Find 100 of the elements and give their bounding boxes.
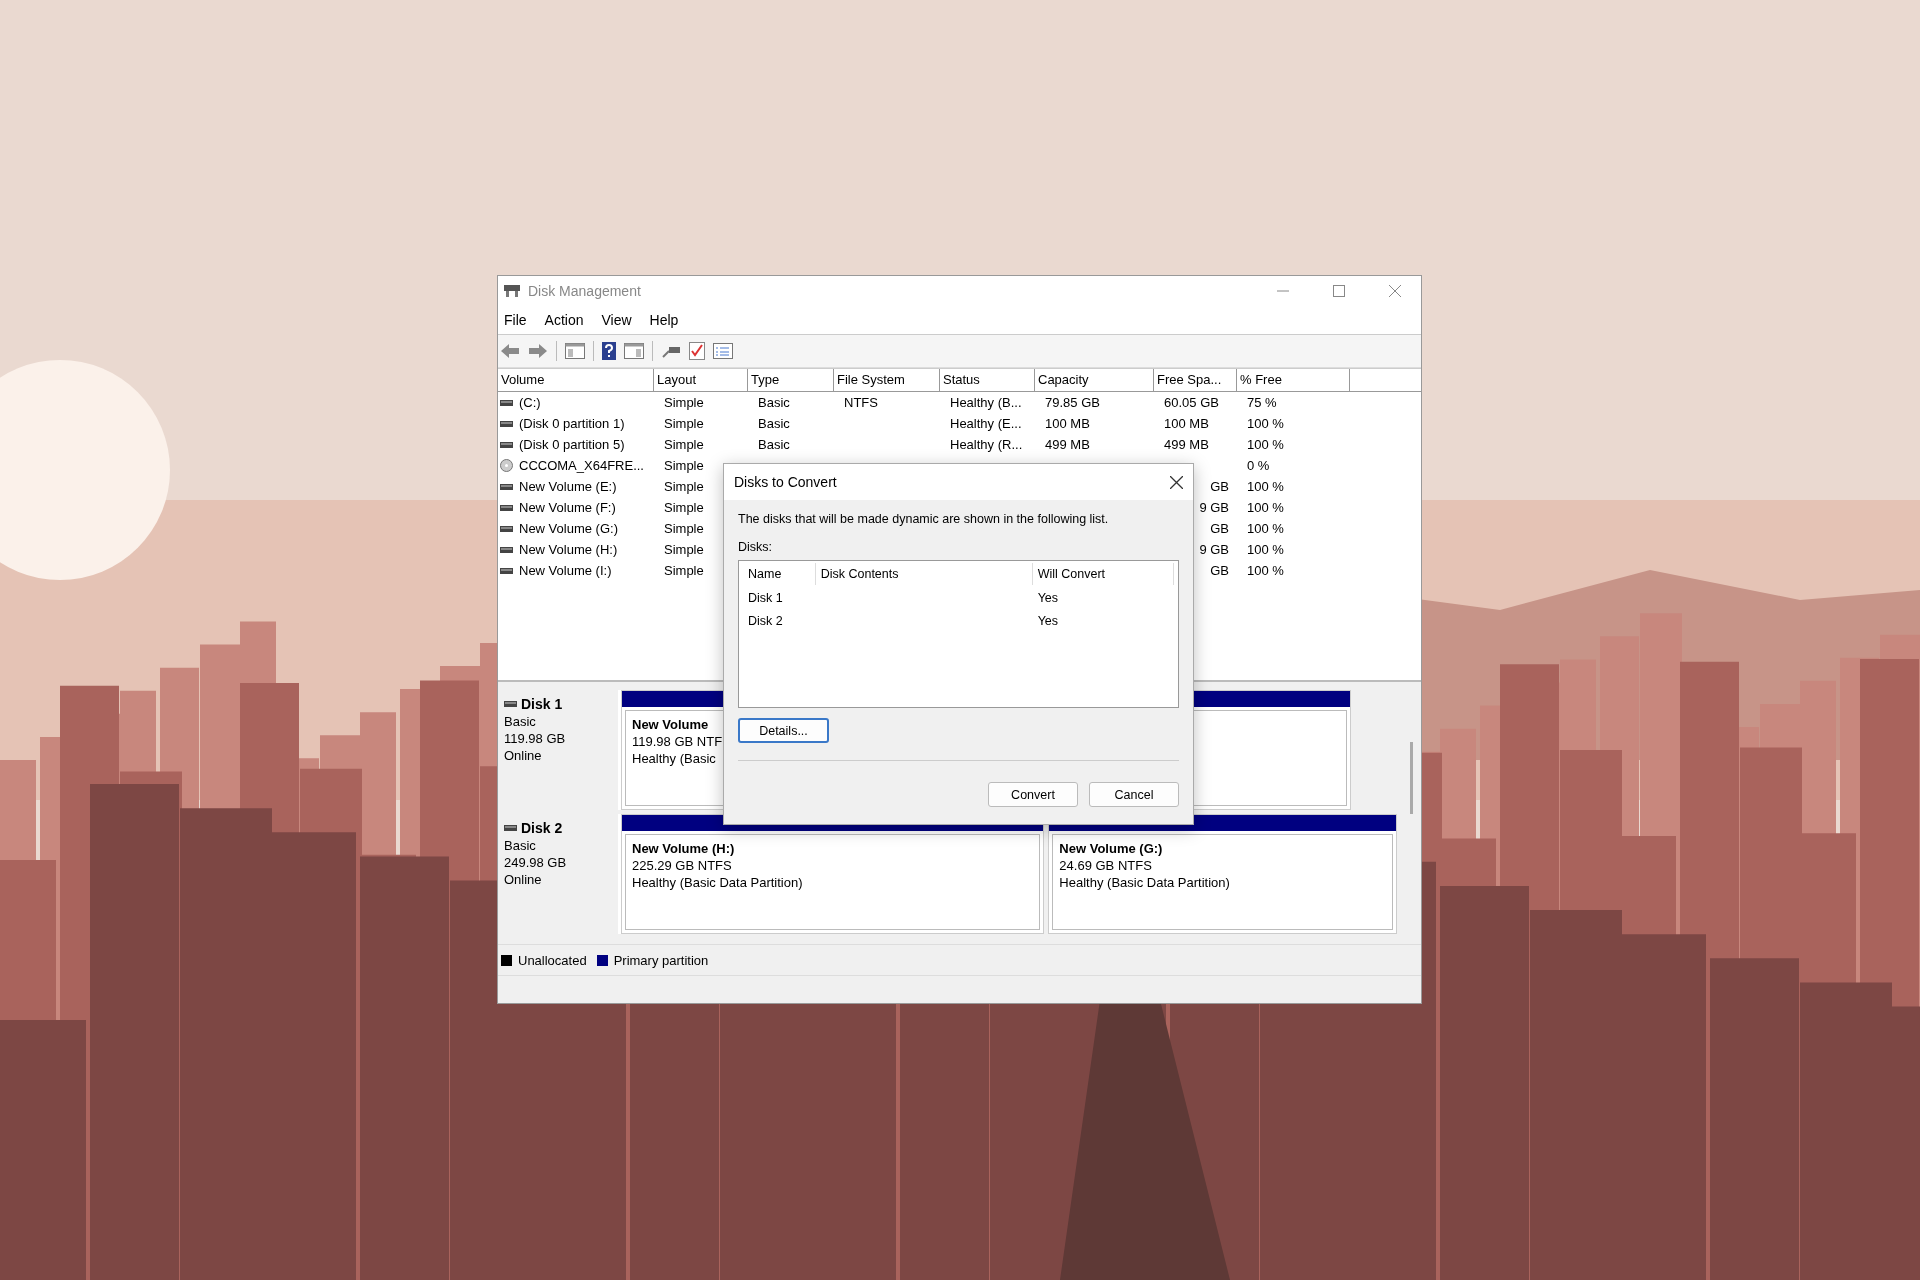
drive-icon [500,546,513,553]
help-icon[interactable] [602,342,616,360]
panel-icon[interactable] [624,343,644,359]
drive-icon [504,825,517,831]
table-cell: New Volume (H:) [519,542,618,557]
table-cell: 0 % [1247,458,1270,473]
partition-size: 225.29 GB NTFS [632,858,732,873]
list-label: Disks: [738,540,774,554]
partition-status: Healthy (Basic [632,751,716,766]
menu-item[interactable]: Help [649,312,679,328]
disk-name: Disk 2 [521,820,563,836]
table-cell: 100 % [1247,542,1284,557]
dialog-button[interactable]: Convert [988,782,1078,807]
column-header[interactable]: Type [748,369,834,391]
table-cell: 499 MB [1164,437,1209,452]
drive-icon [500,441,513,448]
table-cell: New Volume (I:) [519,563,612,578]
table-cell: 60.05 GB [1164,395,1219,410]
partition-status: Healthy (Basic Data Partition) [1059,875,1230,890]
partition-block[interactable]: New Volume (G:) 24.69 GB NTFS Healthy (Basic Data Partition) [1048,814,1397,934]
column-header[interactable]: File System [834,369,940,391]
column-header[interactable]: Name [743,563,816,585]
table-cell: Basic [758,395,790,410]
table-cell: New Volume (G:) [519,521,618,536]
menu-item[interactable]: File [504,312,527,328]
table-cell: 100 % [1247,563,1284,578]
details-button[interactable]: Details... [738,718,829,743]
table-cell: (Disk 0 partition 5) [519,437,625,452]
disk-size: 119.98 GB [504,731,567,746]
dialog-button[interactable]: Cancel [1089,782,1179,807]
table-cell: Simple [664,563,704,578]
column-header[interactable]: Layout [654,369,748,391]
drive-icon [500,399,513,406]
partition-name: New Volume (G:) [1059,841,1163,856]
disk-size: 249.98 GB [504,855,568,870]
table-cell: Simple [664,437,704,452]
table-cell: Simple [664,458,704,473]
properties-icon[interactable] [713,343,733,359]
table-cell: 100 % [1247,479,1284,494]
drive-icon [500,504,513,511]
menu-item[interactable]: Action [544,312,584,328]
column-header[interactable]: % Free [1237,369,1350,391]
table-cell: Basic [758,437,790,452]
table-cell: 100 % [1247,416,1284,431]
table-cell: Simple [664,416,704,431]
drive-icon [500,567,513,574]
table-cell: CCCOMA_X64FRE... [519,458,644,473]
back-arrow-icon[interactable] [500,343,520,359]
legend-label: Primary partition [613,952,709,968]
table-cell: 100 % [1247,500,1284,515]
table-cell: 79.85 GB [1045,395,1100,410]
table-cell: Healthy (R... [950,437,1023,452]
table-cell: Simple [664,521,704,536]
column-header[interactable]: Volume [498,369,654,391]
drive-icon [504,701,517,707]
disk-icon [504,284,520,298]
table-cell: 499 MB [1045,437,1090,452]
partition-name: New Volume [632,717,709,732]
column-header[interactable]: Disk Contents [815,563,1033,585]
dialog-message: The disks that will be made dynamic are shown in the following list. [738,512,1110,526]
disk-type: Basic [504,714,537,729]
partition-block[interactable]: New Volume (H:) 225.29 GB NTFS Healthy (Basic Data Partition) [621,814,1045,934]
table-cell: Simple [664,395,704,410]
scrollbar[interactable] [1410,742,1413,814]
disk-name: Disk 1 [521,696,563,712]
close-icon[interactable] [1170,475,1183,489]
maximize-icon[interactable] [1333,285,1345,297]
table-cell-text: GB [1210,479,1230,494]
disk-status: Online [504,748,543,763]
table-cell: (C:) [519,395,541,410]
list-cell-text: Disk 1 [747,590,784,605]
table-cell: New Volume (F:) [519,500,616,515]
column-header[interactable]: Free Spa... [1154,369,1237,391]
panel-icon[interactable] [565,343,585,359]
table-cell: Healthy (E... [950,416,1022,431]
disk-list[interactable]: Name Disk Contents Will Convert Disk 1 Yes Disk 2 Yes [738,560,1179,708]
window-title: Disk Management [528,283,641,299]
table-cell: 100 % [1247,521,1284,536]
disk-type: Basic [504,838,537,853]
partition-size: 119.98 GB NTF [632,734,723,749]
forward-arrow-icon[interactable] [528,343,548,359]
table-cell-text: GB [1210,563,1230,578]
partition-status: Healthy (Basic Data Partition) [632,875,803,890]
column-header[interactable]: Status [940,369,1035,391]
drive-icon [500,483,513,490]
partition-size: 24.69 GB NTFS [1059,858,1152,873]
column-header[interactable]: Will Convert [1032,563,1174,585]
checklist-icon[interactable] [689,342,705,360]
table-cell: Basic [758,416,790,431]
partition-name: New Volume (H:) [632,841,735,856]
table-cell-text: GB [1210,521,1230,536]
drive-icon [500,420,513,427]
disk-status: Online [504,872,543,887]
list-cell-text: Disk 2 [747,613,784,628]
column-header[interactable]: Capacity [1035,369,1154,391]
menu-item[interactable]: View [601,312,632,328]
drive-icon [500,525,513,532]
table-cell: Simple [664,542,704,557]
list-cell-text: Yes [1036,613,1060,628]
table-cell: Simple [664,500,704,515]
